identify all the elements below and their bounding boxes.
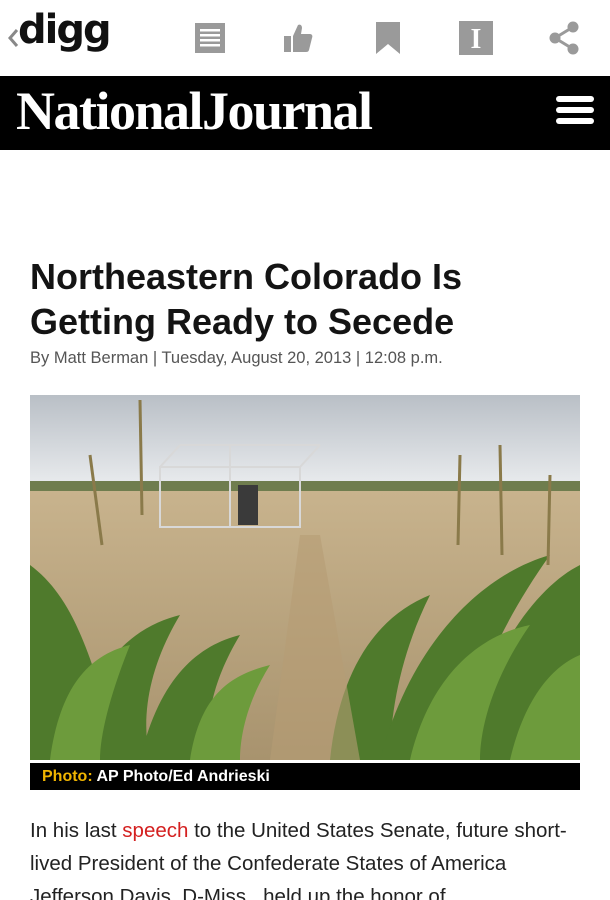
hamburger-menu-icon[interactable] [556,96,594,130]
masthead: NationalJournal [0,76,610,150]
article-byline: By Matt Berman | Tuesday, August 20, 201… [30,349,443,367]
digg-toolbar: digg I [0,0,610,76]
photo-caption: Photo: AP Photo/Ed Andrieski [30,763,580,790]
article-headline: Northeastern Colorado Is Getting Ready t… [30,256,463,342]
digg-logo[interactable]: digg [18,10,112,50]
article-body-paragraph: In his last speech to the United States … [30,814,590,900]
photo-credit: AP Photo/Ed Andrieski [96,768,270,785]
svg-text:I: I [471,24,482,55]
bookmark-icon[interactable] [368,18,408,58]
body-text-start: In his last [30,819,123,842]
share-icon[interactable] [544,18,584,58]
instapaper-icon[interactable]: I [456,18,496,58]
site-logo[interactable]: NationalJournal [16,81,373,141]
photo-caption-label: Photo: [42,768,97,785]
article-photo [30,395,580,760]
reader-icon[interactable] [190,18,230,58]
thumbs-up-icon[interactable] [278,18,318,58]
speech-link[interactable]: speech [122,819,188,842]
